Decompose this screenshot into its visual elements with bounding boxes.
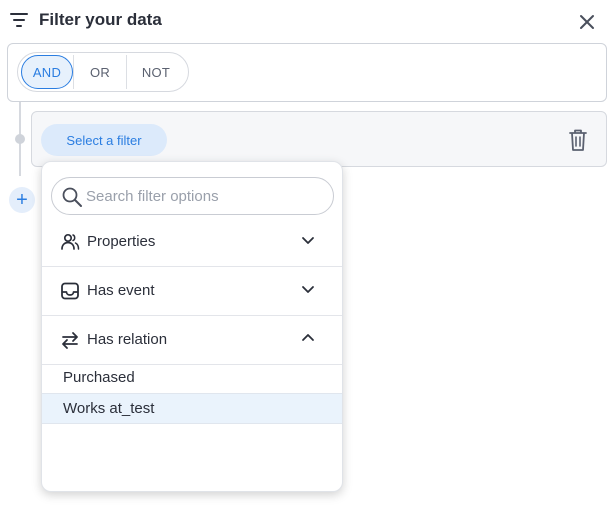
panel-header: Filter your data bbox=[0, 0, 614, 40]
filter-options-dropdown: Properties Has event Has relation Purcha… bbox=[41, 161, 343, 492]
chevron-down-icon bbox=[302, 237, 314, 244]
section-label: Has relation bbox=[87, 331, 168, 348]
page-title: Filter your data bbox=[39, 10, 162, 29]
filter-condition-row: Select a filter bbox=[31, 111, 607, 167]
swap-arrows-icon bbox=[62, 332, 78, 349]
logic-and-button[interactable]: AND bbox=[21, 55, 73, 89]
section-has-event[interactable]: Has event bbox=[42, 267, 342, 316]
select-filter-button[interactable]: Select a filter bbox=[41, 124, 167, 156]
section-label: Properties bbox=[87, 233, 156, 250]
search-input[interactable] bbox=[86, 185, 322, 207]
logic-operator-box: AND OR NOT bbox=[7, 43, 607, 102]
relation-option-works-at-test[interactable]: Works at_test bbox=[42, 393, 342, 424]
search-icon bbox=[62, 187, 82, 207]
section-has-relation[interactable]: Has relation bbox=[42, 316, 342, 365]
section-label: Has event bbox=[87, 282, 155, 299]
users-icon bbox=[61, 233, 80, 250]
relation-option-purchased[interactable]: Purchased bbox=[42, 362, 342, 393]
chevron-up-icon bbox=[302, 334, 314, 341]
tree-connector-dot bbox=[15, 134, 25, 144]
section-properties[interactable]: Properties bbox=[42, 218, 342, 267]
logic-operator-toggle: AND OR NOT bbox=[17, 52, 189, 92]
logic-not-button[interactable]: NOT bbox=[127, 55, 185, 89]
inbox-icon bbox=[61, 282, 79, 300]
search-field bbox=[51, 177, 334, 215]
chevron-down-icon bbox=[302, 286, 314, 293]
filter-lines-icon bbox=[10, 13, 28, 27]
add-filter-button[interactable]: + bbox=[9, 187, 35, 213]
trash-icon[interactable] bbox=[567, 127, 589, 153]
close-icon[interactable] bbox=[576, 11, 598, 33]
logic-or-button[interactable]: OR bbox=[74, 55, 126, 89]
